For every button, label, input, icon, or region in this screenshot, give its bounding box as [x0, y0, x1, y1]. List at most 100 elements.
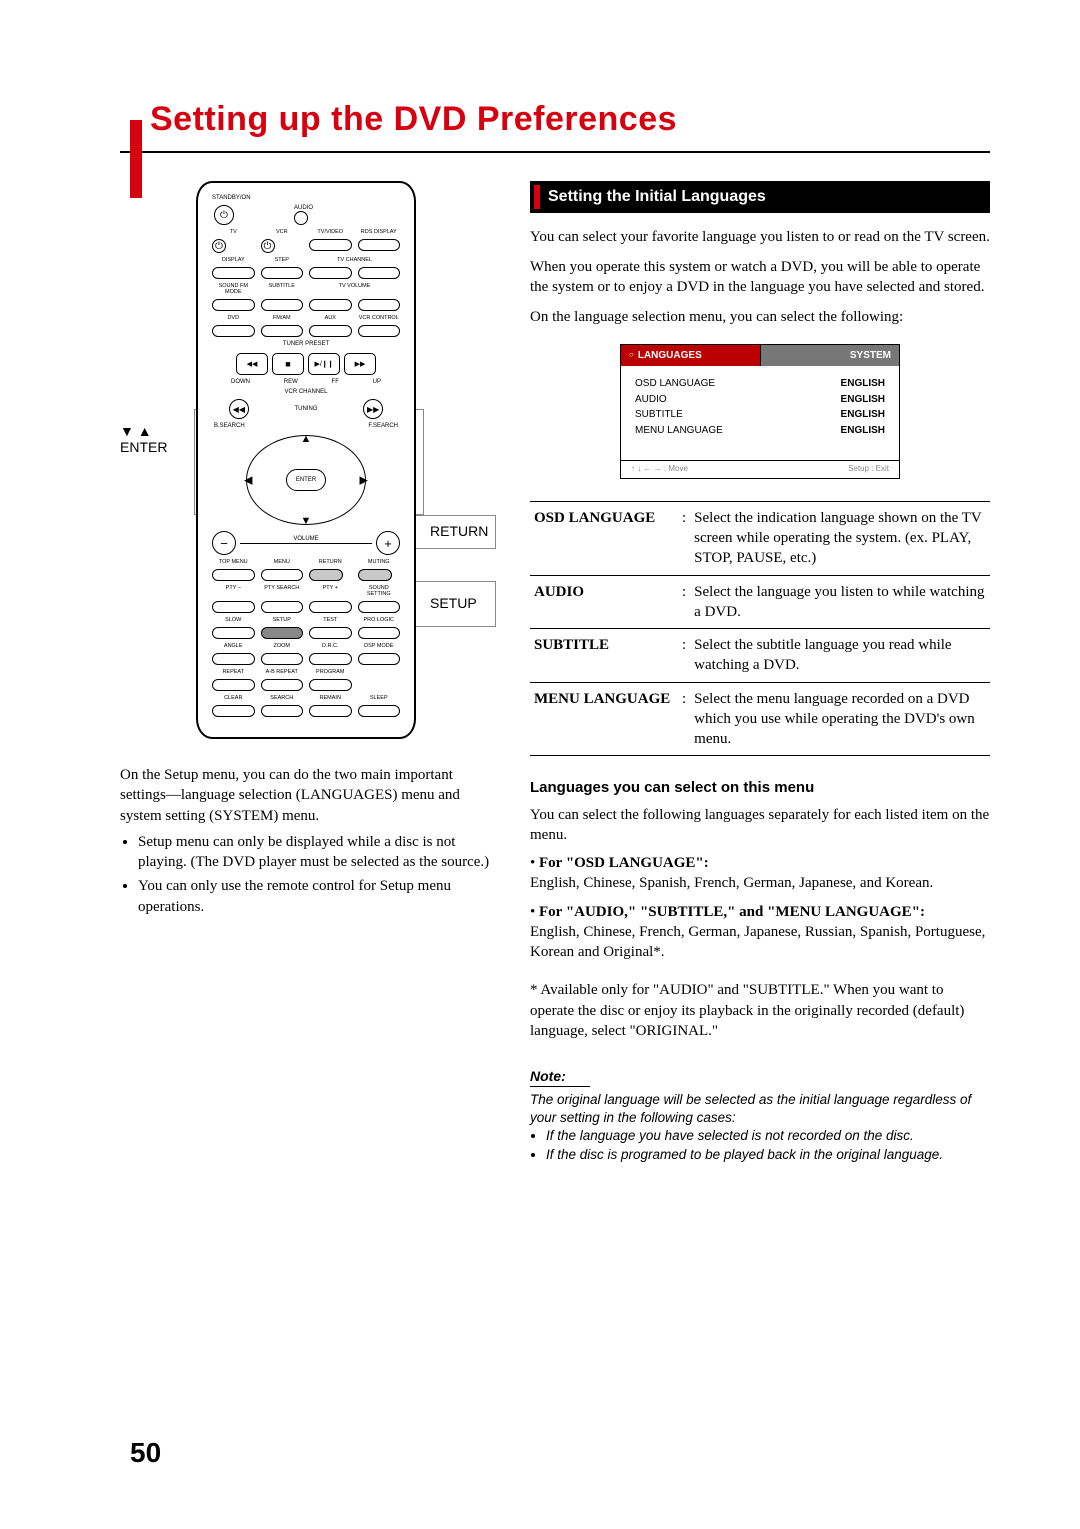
pill-button: [309, 325, 352, 337]
pill-button: [309, 627, 352, 639]
lang-list-item: • For "OSD LANGUAGE":English, Chinese, S…: [530, 853, 990, 894]
osd-menu: LANGUAGES SYSTEM OSD LANGUAGEENGLISH AUD…: [620, 344, 900, 479]
pill-button: [309, 653, 352, 665]
r-lbl: SOUND SETTING: [358, 585, 401, 597]
r-lbl: SUBTITLE: [261, 283, 304, 295]
r-lbl: REMAIN: [309, 695, 352, 701]
r-lbl: TOP MENU: [212, 559, 255, 565]
pill-button: [212, 325, 255, 337]
def-term: SUBTITLE: [530, 629, 678, 683]
pill-button: [212, 267, 255, 279]
section-heading: Setting the Initial Languages: [530, 181, 990, 213]
right-arrow-icon: ▶: [360, 474, 368, 487]
osd-key: SUBTITLE: [635, 408, 683, 422]
r-lbl: RETURN: [309, 559, 352, 565]
page-number: 50: [130, 1437, 161, 1469]
def-term: AUDIO: [530, 575, 678, 629]
pill-button: [309, 679, 352, 691]
definitions-table: OSD LANGUAGE:Select the indication langu…: [530, 501, 990, 757]
pill-button: [261, 679, 304, 691]
pill-button: [309, 705, 352, 717]
pill-button: [358, 299, 401, 311]
r-lbl: ZOOM: [261, 643, 304, 649]
def-term: OSD LANGUAGE: [530, 501, 678, 575]
right-paragraph: When you operate this system or watch a …: [530, 257, 990, 298]
def-desc: Select the indication language shown on …: [690, 501, 990, 575]
r-lbl: F.SEARCH: [368, 423, 398, 429]
callout-setup-label: SETUP: [430, 595, 477, 611]
pill-button: [212, 679, 255, 691]
r-lbl: FF: [332, 379, 339, 385]
osd-val: ENGLISH: [841, 393, 885, 407]
r-lbl: VCR CONTROL: [358, 315, 401, 321]
pill-button: [358, 267, 401, 279]
vol-up-icon: +: [376, 531, 400, 555]
r-lbl: DVD: [212, 315, 255, 321]
r-lbl: PTY SEARCH: [261, 585, 304, 597]
r-lbl: TEST: [309, 617, 352, 623]
r-lbl: DOWN: [231, 379, 250, 385]
r-lbl: SOUND FM MODE: [212, 283, 255, 295]
left-arrow-icon: ◀: [244, 474, 252, 487]
pill-button: [261, 653, 304, 665]
r-lbl: STEP: [261, 257, 304, 263]
r-lbl: MUTING: [358, 559, 401, 565]
remote-standby-label: STANDBY/ON: [212, 195, 406, 201]
pill-button: [212, 653, 255, 665]
pill-button: [261, 569, 304, 581]
r-lbl: TV: [212, 229, 255, 235]
play-pause-icon: [308, 353, 340, 375]
pill-button: [358, 325, 401, 337]
audio-button-icon: [294, 211, 308, 225]
r-lbl: VCR: [261, 229, 304, 235]
standby-button-icon: [214, 205, 234, 225]
r-lbl: AUX: [309, 315, 352, 321]
osd-foot-exit: Setup : Exit: [848, 464, 889, 475]
enter-button: ENTER: [286, 469, 326, 491]
def-term: MENU LANGUAGE: [530, 682, 678, 756]
r-lbl: TV VOLUME: [309, 283, 400, 295]
r-lbl: RDS DISPLAY: [358, 229, 401, 235]
note-paragraph: The original language will be selected a…: [530, 1091, 990, 1127]
r-lbl: CLEAR: [212, 695, 255, 701]
page-title: Setting up the DVD Preferences: [150, 100, 990, 139]
pill-button: [309, 601, 352, 613]
tuner-preset-label: TUNER PRESET: [206, 341, 406, 347]
def-desc: Select the menu language recorded on a D…: [690, 682, 990, 756]
r-lbl: D.R.C.: [309, 643, 352, 649]
r-lbl: ANGLE: [212, 643, 255, 649]
r-lbl: PTY –: [212, 585, 255, 597]
vcr-power-icon: [261, 239, 275, 253]
pill-button: [261, 601, 304, 613]
r-lbl: DISPLAY: [212, 257, 255, 263]
callout-enter-label: ENTER: [120, 439, 167, 455]
stop-icon: [272, 353, 304, 375]
up-arrow-icon: ▲: [301, 433, 312, 445]
osd-foot-move: ↑ ↓ ← → : Move: [631, 464, 688, 475]
r-lbl: PTY +: [309, 585, 352, 597]
left-bullet: You can only use the remote control for …: [138, 876, 500, 917]
osd-val: ENGLISH: [841, 408, 885, 422]
return-button: [309, 569, 343, 581]
nav-ring: ▲ ▼ ◀ ▶ ENTER: [246, 435, 366, 525]
asterisk-note: * Available only for "AUDIO" and "SUBTIT…: [530, 980, 990, 1041]
down-arrow-icon: ▼: [301, 515, 312, 527]
subheading: Languages you can select on this menu: [530, 778, 990, 798]
r-lbl: PROGRAM: [309, 669, 352, 675]
pill-button: [358, 653, 401, 665]
r-lbl: REPEAT: [212, 669, 255, 675]
ff-icon: [344, 353, 376, 375]
volume-label: VOLUME: [240, 543, 372, 544]
pill-button: [261, 299, 304, 311]
right-paragraph: You can select your favorite language yo…: [530, 227, 990, 247]
callout-enter-arrows: ▼ ▲: [120, 423, 152, 439]
pill-button: [358, 601, 401, 613]
pill-button: [212, 705, 255, 717]
callout-return-label: RETURN: [430, 523, 488, 539]
r-lbl: UP: [373, 379, 381, 385]
r-lbl: SLEEP: [358, 695, 401, 701]
r-lbl: VCR CHANNEL: [206, 389, 406, 395]
note-bullet: If the disc is programed to be played ba…: [546, 1146, 990, 1164]
pill-button: [261, 705, 304, 717]
r-lbl: FM/AM: [261, 315, 304, 321]
